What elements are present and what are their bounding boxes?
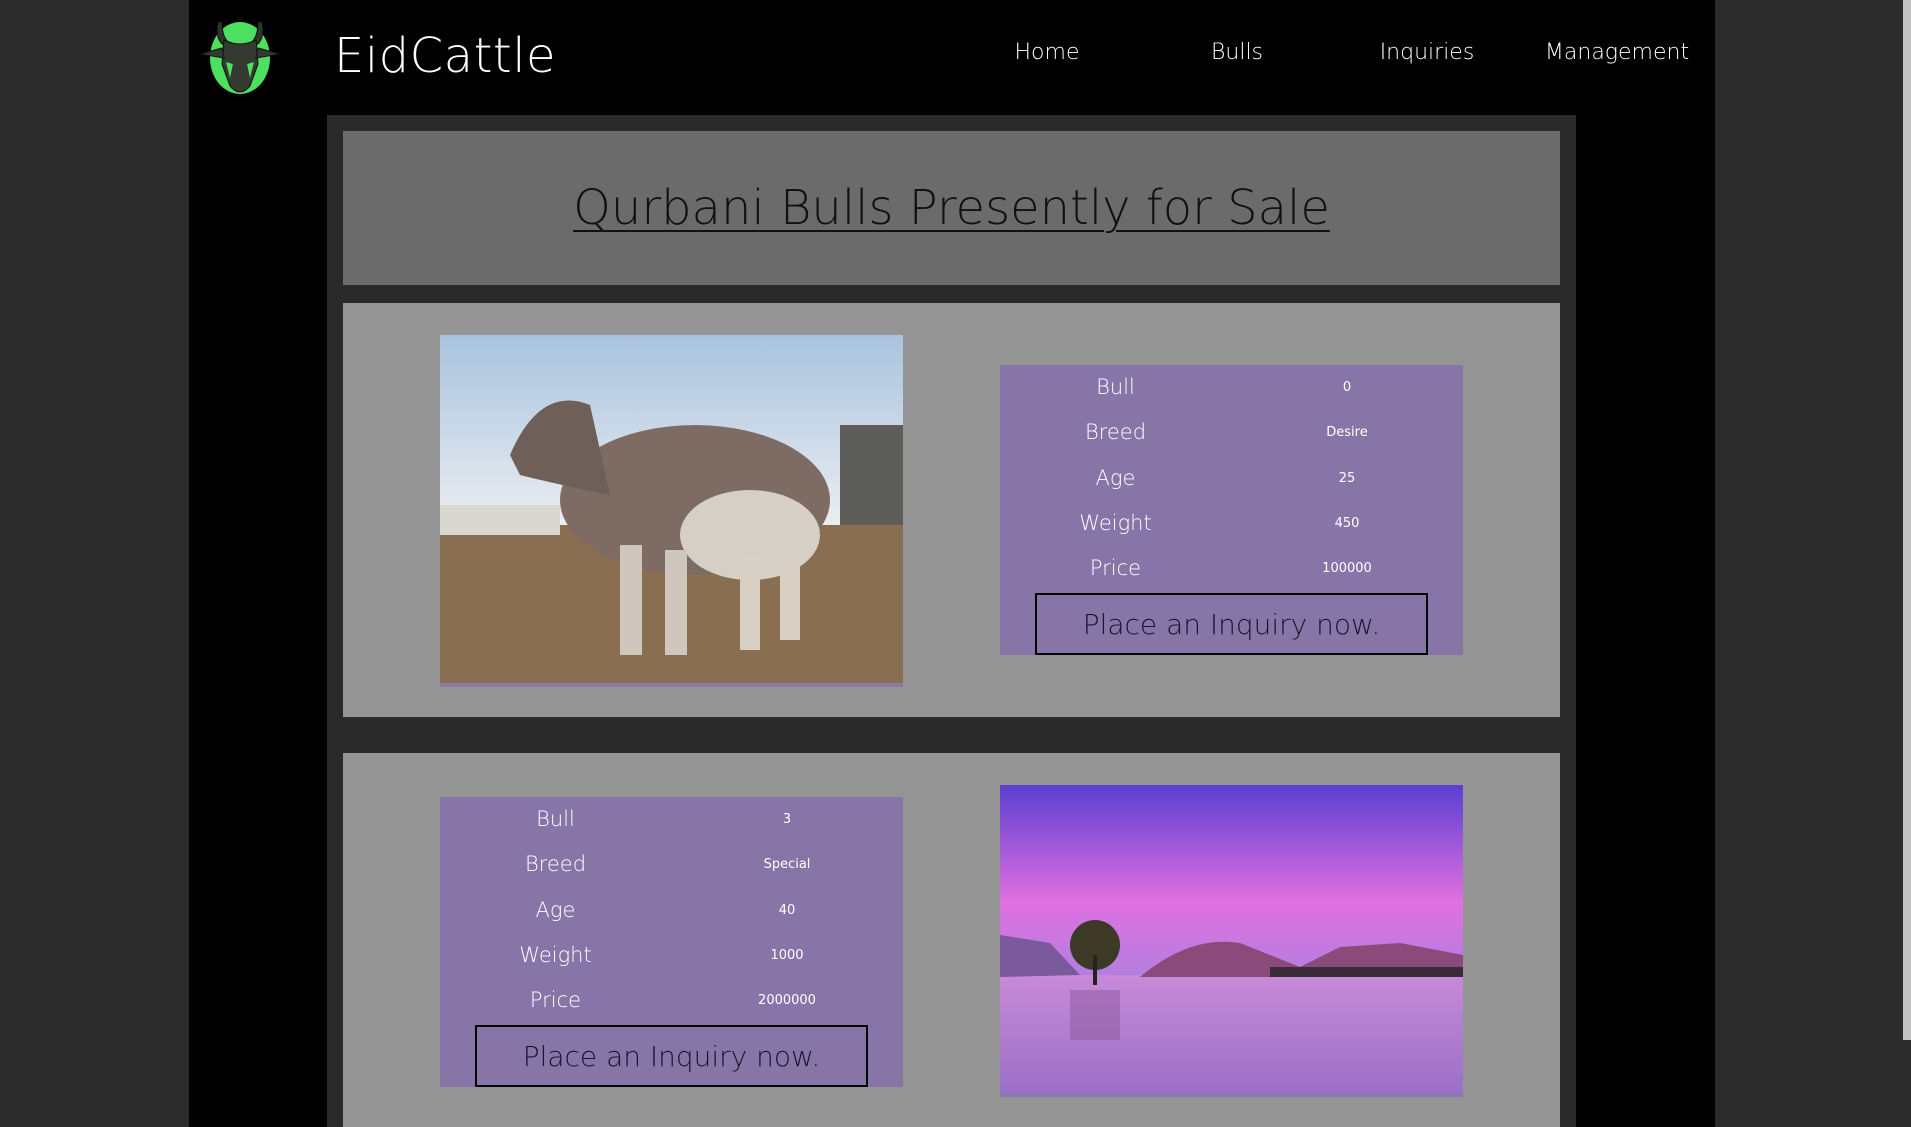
row-price: Price 2000000 <box>440 978 903 1023</box>
row-weight: Weight 450 <box>1000 501 1463 546</box>
value: 100000 <box>1322 561 1372 576</box>
row-weight: Weight 1000 <box>440 933 903 978</box>
label: Bull <box>536 807 575 831</box>
row-age: Age 40 <box>440 888 903 933</box>
content-container: Qurbani Bulls Presently for Sale Bull 0 B… <box>327 115 1576 1127</box>
row-breed: Breed Special <box>440 842 903 887</box>
row-age: Age 25 <box>1000 456 1463 501</box>
value: 1000 <box>770 948 804 963</box>
value: 25 <box>1338 471 1356 486</box>
scrollbar[interactable] <box>1903 0 1911 1040</box>
label: Breed <box>1084 420 1147 444</box>
value: Special <box>763 857 811 872</box>
label: Bull <box>1096 375 1135 399</box>
place-inquiry-button[interactable]: Place an Inquiry now. <box>1035 593 1428 655</box>
bull-info-table: Bull 0 Breed Desire Age 25 Weight 450 Price 1… <box>1000 365 1463 655</box>
value: 2000000 <box>758 993 816 1008</box>
value: 450 <box>1334 516 1360 531</box>
label: Breed <box>524 852 587 876</box>
place-inquiry-button[interactable]: Place an Inquiry now. <box>475 1025 868 1087</box>
page-title: Qurbani Bulls Presently for Sale <box>573 180 1330 236</box>
label: Age <box>1095 466 1136 490</box>
row-bull: Bull 3 <box>440 797 903 842</box>
nav-bulls[interactable]: Bulls <box>1211 40 1263 65</box>
row-price: Price 100000 <box>1000 546 1463 591</box>
bull-photo-image <box>440 335 903 687</box>
label: Price <box>1089 556 1142 580</box>
brand-title[interactable]: EidCattle <box>334 28 556 84</box>
title-box: Qurbani Bulls Presently for Sale <box>343 131 1560 285</box>
bull-card: Bull 3 Breed Special Age 40 Weight 1000 Pric… <box>343 753 1560 1127</box>
bull-card: Bull 0 Breed Desire Age 25 Weight 450 Price 1… <box>343 303 1560 717</box>
bull-logo-icon[interactable] <box>200 14 282 104</box>
page: EidCattle Home Bulls Inquiries Managemen… <box>189 0 1715 1127</box>
value: 0 <box>1342 380 1352 395</box>
bull-info-table: Bull 3 Breed Special Age 40 Weight 1000 Pric… <box>440 797 903 1087</box>
nav-home[interactable]: Home <box>1015 40 1080 65</box>
label: Price <box>529 988 582 1012</box>
nav-management[interactable]: Management <box>1545 40 1689 65</box>
value: Desire <box>1326 425 1368 440</box>
value: 40 <box>778 903 796 918</box>
label: Age <box>535 898 576 922</box>
lake-landscape-image <box>1000 785 1463 1097</box>
row-bull: Bull 0 <box>1000 365 1463 410</box>
row-breed: Breed Desire <box>1000 410 1463 455</box>
label: Weight <box>1079 511 1152 535</box>
value: 3 <box>782 812 792 827</box>
label: Weight <box>519 943 592 967</box>
nav-inquiries[interactable]: Inquiries <box>1380 40 1475 65</box>
